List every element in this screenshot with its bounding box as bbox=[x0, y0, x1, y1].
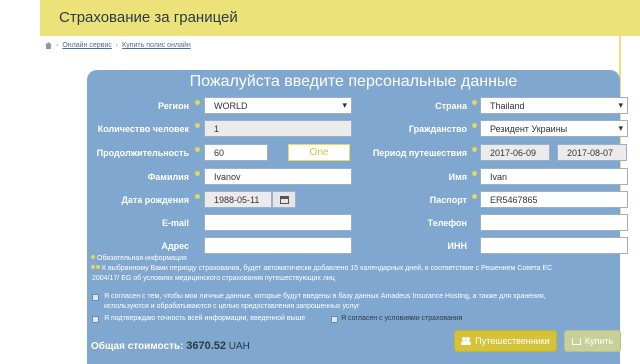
required-star-icon bbox=[195, 171, 200, 176]
calendar-icon bbox=[280, 196, 289, 204]
region-label: Регион bbox=[158, 101, 189, 111]
inn-input[interactable] bbox=[480, 237, 628, 254]
chevron-right-icon: › bbox=[56, 42, 59, 49]
passport-label: Паспорт bbox=[429, 195, 467, 205]
breadcrumb-buy-policy[interactable]: Купить полис онлайн bbox=[122, 42, 191, 49]
required-star-icon bbox=[195, 100, 200, 105]
email-input[interactable] bbox=[204, 214, 352, 231]
confirm-text: Я подтверждаю точность всей информации, … bbox=[104, 315, 306, 322]
period-from-field[interactable]: 2017-06-09 bbox=[480, 144, 550, 161]
buy-button[interactable]: Купить bbox=[564, 330, 621, 352]
page: Страхование за границей › Онлайн сервис … bbox=[0, 0, 640, 364]
cart-icon bbox=[571, 337, 581, 345]
total-value: 3670.52 bbox=[186, 340, 226, 352]
count-label: Количество человек bbox=[97, 124, 189, 134]
address-input[interactable] bbox=[204, 237, 352, 254]
required-star-icon bbox=[96, 265, 100, 269]
region-select[interactable]: WORLD bbox=[204, 97, 352, 114]
name-label: Имя bbox=[448, 172, 467, 182]
required-star-icon bbox=[472, 147, 477, 152]
extra-days-note-cont: 2004/17/ EG об условиях медицинского стр… bbox=[92, 275, 335, 282]
form-title: Пожалуйста введите персональные данные bbox=[189, 73, 518, 90]
extra-days-note: К выбранному Вами периоду страхования, б… bbox=[102, 265, 553, 272]
required-star-icon bbox=[195, 147, 200, 152]
consent-checkbox[interactable] bbox=[92, 294, 99, 301]
inn-label: ИНН bbox=[447, 241, 467, 251]
duration-unit-badge: One bbox=[288, 144, 350, 161]
travelers-button[interactable]: Путешественники bbox=[454, 330, 557, 352]
birthdate-label: Дата рождения bbox=[121, 195, 189, 205]
buy-button-label: Купить bbox=[584, 336, 614, 346]
confirm-checkbox[interactable] bbox=[92, 316, 99, 323]
period-label: Период путешествия bbox=[372, 148, 467, 158]
conditions-link[interactable]: Я согласен с условиями страхования bbox=[341, 314, 462, 324]
required-star-icon bbox=[472, 171, 477, 176]
required-star-icon bbox=[195, 194, 200, 199]
consent-text-cont: используются и обрабатываются с целью пр… bbox=[104, 303, 360, 310]
required-note: Обязательная информация bbox=[97, 255, 187, 262]
country-select[interactable]: Thailand bbox=[480, 97, 628, 114]
address-label: Адрес bbox=[161, 241, 189, 251]
birthdate-field[interactable]: 1988-05-11 bbox=[204, 191, 272, 208]
phone-label: Телефон bbox=[427, 218, 467, 228]
citizenship-select[interactable]: Резидент Украины bbox=[480, 120, 628, 137]
duration-label: Продолжительность bbox=[96, 148, 189, 158]
phone-input[interactable] bbox=[480, 214, 628, 231]
total-cost: Общая стоимость: 3670.52 UAH bbox=[91, 340, 250, 352]
required-star-icon bbox=[472, 194, 477, 199]
travelers-button-label: Путешественники bbox=[475, 336, 550, 346]
total-label: Общая стоимость: bbox=[91, 341, 184, 352]
period-to-field[interactable]: 2017-08-07 bbox=[557, 144, 627, 161]
email-label: E-mail bbox=[161, 218, 189, 228]
passport-input[interactable]: ER5467865 bbox=[480, 191, 628, 208]
required-star-icon bbox=[472, 123, 477, 128]
country-label: Страна bbox=[435, 101, 467, 111]
people-count-field[interactable]: 1 bbox=[204, 120, 352, 137]
name-input[interactable]: Ivan bbox=[480, 168, 628, 185]
total-currency: UAH bbox=[228, 341, 250, 352]
surname-label: Фамилия bbox=[147, 172, 189, 182]
home-icon[interactable] bbox=[45, 42, 52, 49]
breadcrumb: › Онлайн сервис › Купить полис онлайн bbox=[45, 42, 191, 49]
breadcrumb-online-service[interactable]: Онлайн сервис bbox=[62, 42, 111, 49]
consent-text: Я согласен с тем, чтобы мои личные данны… bbox=[104, 293, 546, 300]
surname-input[interactable]: Ivanov bbox=[204, 168, 352, 185]
required-star-icon bbox=[195, 123, 200, 128]
calendar-button[interactable] bbox=[272, 191, 296, 208]
page-title: Страхование за границей bbox=[59, 9, 238, 26]
citizenship-label: Гражданство bbox=[408, 124, 467, 134]
users-icon bbox=[461, 337, 472, 345]
required-star-icon bbox=[91, 265, 95, 269]
chevron-right-icon: › bbox=[115, 42, 119, 49]
duration-input[interactable]: 60 bbox=[204, 144, 268, 161]
required-star-icon bbox=[472, 100, 477, 105]
conditions-checkbox[interactable] bbox=[331, 316, 338, 323]
required-star-icon bbox=[91, 255, 95, 259]
